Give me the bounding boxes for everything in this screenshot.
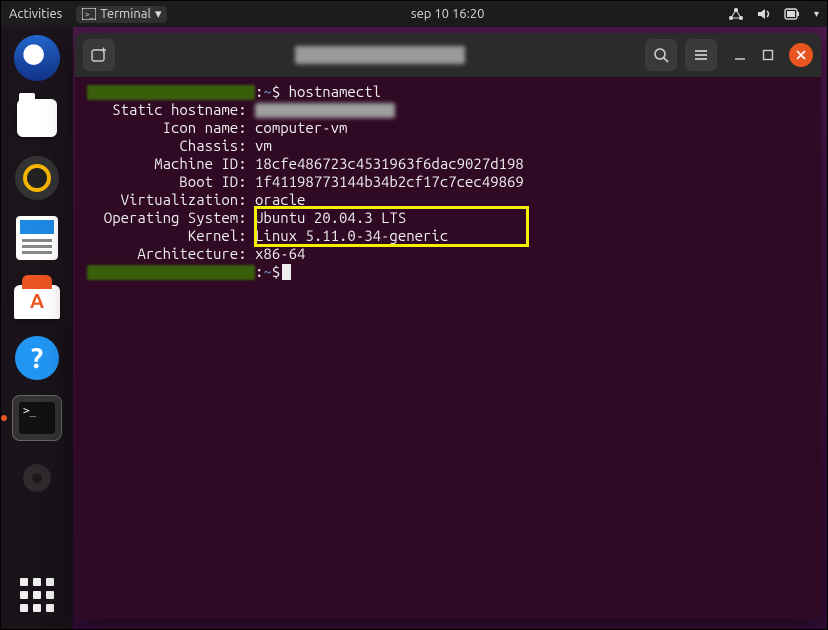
- prompt-symbol: $: [272, 263, 280, 280]
- label-machine-id: Machine ID:: [87, 155, 247, 172]
- network-icon[interactable]: [728, 7, 744, 21]
- label-icon-name: Icon name:: [87, 119, 247, 136]
- value-virtualization: oracle: [255, 191, 305, 208]
- redacted-hostname: [255, 103, 395, 118]
- label-operating-system: Operating System:: [87, 209, 247, 226]
- label-virtualization: Virtualization:: [87, 191, 247, 208]
- volume-icon[interactable]: [756, 7, 772, 21]
- activities-button[interactable]: Activities: [9, 7, 62, 21]
- dock-thunderbird-icon[interactable]: [12, 33, 62, 83]
- battery-icon[interactable]: [784, 7, 802, 21]
- chevron-down-icon: ▾: [155, 7, 162, 22]
- close-button[interactable]: [789, 43, 813, 67]
- new-tab-button[interactable]: [83, 39, 115, 71]
- terminal-small-icon: >_: [82, 8, 96, 20]
- label-kernel: Kernel:: [87, 227, 247, 244]
- window-title: [123, 46, 637, 64]
- prompt-path: ~: [263, 263, 271, 280]
- window-titlebar[interactable]: [75, 33, 821, 77]
- value-icon-name: computer-vm: [255, 119, 347, 136]
- redacted-user-host: [87, 265, 255, 280]
- value-kernel: Linux 5.11.0-34-generic: [255, 227, 448, 244]
- dock: ? >_: [1, 27, 73, 629]
- terminal-window: :~$ hostnamectl Static hostname: Icon na…: [75, 33, 821, 619]
- value-boot-id: 1f41198773144b34b2cf17c7cec49869: [255, 173, 524, 190]
- dock-libreoffice-writer-icon[interactable]: [12, 213, 62, 263]
- dock-ubuntu-software-icon[interactable]: [12, 273, 62, 323]
- gnome-top-bar: Activities >_ Terminal ▾ sep 10 16:20 ▾: [1, 1, 827, 27]
- dock-terminal-icon[interactable]: >_: [12, 393, 62, 443]
- dock-rhythmbox-icon[interactable]: [12, 153, 62, 203]
- label-static-hostname: Static hostname:: [87, 101, 247, 118]
- prompt-path: ~: [263, 83, 271, 100]
- search-button[interactable]: [645, 39, 677, 71]
- label-chassis: Chassis:: [87, 137, 247, 154]
- dock-files-icon[interactable]: [12, 93, 62, 143]
- value-architecture: x86-64: [255, 245, 305, 262]
- hamburger-menu-button[interactable]: [685, 39, 717, 71]
- close-icon: [796, 50, 806, 60]
- terminal-output[interactable]: :~$ hostnamectl Static hostname: Icon na…: [75, 77, 821, 619]
- maximize-button[interactable]: [761, 48, 775, 62]
- show-applications-button[interactable]: [17, 575, 57, 615]
- value-chassis: vm: [255, 137, 272, 154]
- new-tab-icon: [91, 47, 107, 63]
- desktop: ? >_: [1, 27, 827, 629]
- command-1: hostnamectl: [289, 83, 381, 100]
- hamburger-icon: [693, 48, 709, 62]
- app-menu-label: Terminal: [100, 7, 151, 21]
- redacted-user-host: [87, 85, 255, 100]
- label-boot-id: Boot ID:: [87, 173, 247, 190]
- value-operating-system: Ubuntu 20.04.3 LTS: [255, 209, 406, 226]
- app-menu[interactable]: >_ Terminal ▾: [76, 6, 167, 23]
- chevron-down-icon[interactable]: ▾: [814, 8, 819, 20]
- minimize-button[interactable]: [733, 48, 747, 62]
- svg-text:>_: >_: [85, 10, 94, 19]
- search-icon: [653, 47, 669, 63]
- cursor: [282, 264, 291, 280]
- dock-help-icon[interactable]: ?: [12, 333, 62, 383]
- clock[interactable]: sep 10 16:20: [167, 7, 728, 21]
- dock-settings-icon[interactable]: [12, 453, 62, 503]
- prompt-symbol: $: [272, 83, 280, 100]
- value-machine-id: 18cfe486723c4531963f6dac9027d198: [255, 155, 524, 172]
- label-architecture: Architecture:: [87, 245, 247, 262]
